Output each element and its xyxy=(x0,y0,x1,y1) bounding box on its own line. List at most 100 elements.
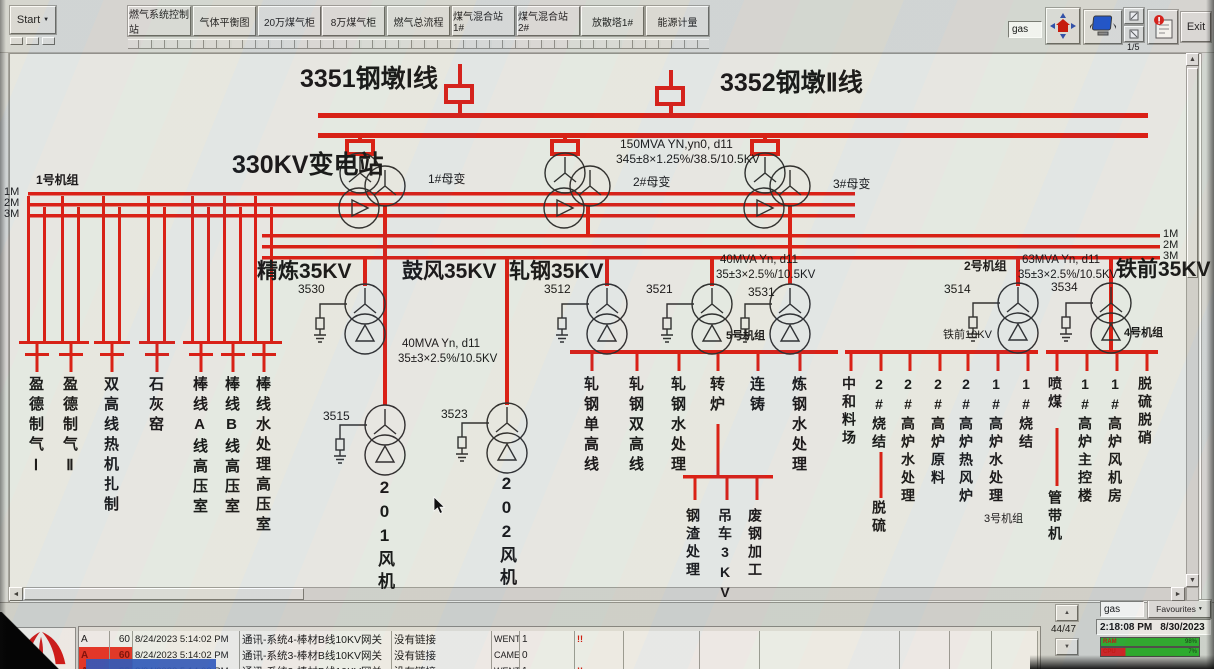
alarm-cell-empty xyxy=(700,647,760,663)
feeder-label: 1#烧结 xyxy=(1019,376,1033,452)
alarm-cell-empty xyxy=(900,631,950,647)
alarm-row[interactable]: A 60 8/24/2023 5:14:02 PM 通讯-系统4-棒材B线10K… xyxy=(79,631,1038,648)
breaker-3521-label[interactable]: 3521 xyxy=(646,283,673,296)
scroll-right-icon[interactable]: ► xyxy=(1171,587,1185,601)
alarm-cell-empty xyxy=(900,663,950,669)
start-indicator-box[interactable] xyxy=(10,37,23,45)
tab-200k-gas-holder[interactable]: 20万煤气柜 xyxy=(258,6,321,36)
cpu-bar-value: 7% xyxy=(1188,649,1197,655)
alarm-cell-message: 通讯-系统3-棒材B线10KV网关 xyxy=(240,647,392,663)
mother-tx-1-label[interactable]: 1#母变 xyxy=(428,173,465,186)
mother-tx-2-label[interactable]: 2#母变 xyxy=(633,176,670,189)
feeder-label: 棒线A线高压室 xyxy=(192,376,207,518)
feeder-label: 2#高炉水处理 xyxy=(901,376,915,506)
fan-201-label: 201风机 xyxy=(376,478,393,594)
status-date: 8/30/2023 xyxy=(1160,622,1205,633)
main-tx-spec-line2: 345±8×1.25%/38.5/10.5KV xyxy=(616,153,760,166)
alarm-cell-direction: WENT xyxy=(492,631,520,647)
section-tieqian-title: 铁前35KV xyxy=(1116,258,1211,281)
scroll-left-icon[interactable]: ◄ xyxy=(9,587,23,601)
photo-edge xyxy=(0,0,6,669)
start-button[interactable]: Start ▼ xyxy=(10,6,56,34)
alarm-page-up-button[interactable]: ▲ xyxy=(1056,605,1078,621)
alarm-flag-icon: !! xyxy=(575,663,624,669)
page-up-icon: ▲ xyxy=(1064,610,1070,616)
alarm-cell-empty xyxy=(950,631,992,647)
feeder-label: 废钢加工 xyxy=(748,508,762,580)
alarm-cell-state: 没有链接 xyxy=(392,631,492,647)
alarm-page-indicator: 44/47 xyxy=(1051,624,1076,635)
company-logo xyxy=(10,627,76,669)
alarm-flag-icon: !! xyxy=(575,631,624,647)
breaker-3531-label[interactable]: 3531 xyxy=(748,286,775,299)
tab-energy-metering[interactable]: 能源计量 xyxy=(646,6,709,36)
tab-label: 放散塔1# xyxy=(592,14,633,29)
alarm-page-down-button[interactable]: ▼ xyxy=(1056,639,1078,655)
favourites-dropdown[interactable]: Favourites ▼ xyxy=(1148,600,1211,618)
feeder-label: 喷煤 xyxy=(1048,376,1062,412)
tab-gas-balance[interactable]: 气体平衡图 xyxy=(193,6,256,36)
ram-bar-value: 98% xyxy=(1185,639,1197,645)
main-tx-spec-line1: 150MVA YN,yn0, d11 xyxy=(620,138,733,151)
cpu-usage-bar: CPU 7% xyxy=(1100,647,1200,657)
spec-40mva-gufeng-line1: 40MVA Yn, d11 xyxy=(402,338,480,351)
breaker-3512-label[interactable]: 3512 xyxy=(544,283,571,296)
start-indicator-box[interactable] xyxy=(26,37,39,45)
unit-2-label: 2号机组 xyxy=(964,260,1007,273)
alarm-cell-empty xyxy=(900,647,950,663)
mother-tx-3-label[interactable]: 3#母变 xyxy=(833,178,870,191)
feeder-label: 中和料场 xyxy=(842,376,856,448)
alarm-cell-empty xyxy=(950,663,992,669)
start-indicator-box[interactable] xyxy=(42,37,55,45)
monitor-icon xyxy=(1088,14,1118,40)
breaker-3523-label[interactable]: 3523 xyxy=(441,408,468,421)
cpu-bar-label: CPU xyxy=(1103,649,1116,655)
breaker-3514-label[interactable]: 3514 xyxy=(944,283,971,296)
feeder-label: 盈德制气Ⅰ xyxy=(28,376,43,479)
tab-vent-tower-1[interactable]: 放散塔1# xyxy=(581,6,644,36)
alarm-row[interactable]: A 60 8/24/2023 5:14:02 PM 通讯-系统3-棒材B线10K… xyxy=(79,663,1038,669)
feeder-label: 1#高炉风机房 xyxy=(1108,376,1122,506)
alarm-log-button[interactable] xyxy=(1148,10,1178,44)
tab-gas-overview[interactable]: 燃气总流程 xyxy=(387,6,450,36)
spec-40mva-zhagang-line1: 40MVA Yn, d11 xyxy=(720,254,798,267)
alarm-cell-empty xyxy=(992,663,1038,669)
home-nav-button[interactable] xyxy=(1046,8,1080,44)
start-label: Start xyxy=(17,14,40,26)
feeder-label: 脱硫脱硝 xyxy=(1138,376,1152,448)
alarm-flag-icon xyxy=(575,647,624,663)
alarm-cell-empty xyxy=(992,631,1038,647)
monitor-select-button[interactable] xyxy=(1084,10,1122,44)
tab-label: 煤气混合站2# xyxy=(518,8,579,34)
page-next-button[interactable] xyxy=(1124,26,1144,42)
feeder-label: 管带机 xyxy=(1048,490,1062,544)
breaker-3534-label[interactable]: 3534 xyxy=(1051,281,1078,294)
alarm-row[interactable]: A 60 8/24/2023 5:14:02 PM 通讯-系统3-棒材B线10K… xyxy=(79,647,1038,664)
horizontal-scroll-thumb[interactable] xyxy=(24,588,304,600)
exit-button[interactable]: Exit xyxy=(1181,12,1211,42)
tab-label: 燃气系统控制站 xyxy=(129,6,190,36)
page-flip-up-icon xyxy=(1128,10,1140,22)
tab-label: 气体平衡图 xyxy=(200,14,250,29)
tab-gas-mixing-2[interactable]: 煤气混合站2# xyxy=(517,6,580,36)
scroll-up-icon[interactable]: ▲ xyxy=(1186,53,1199,66)
page-prev-button[interactable] xyxy=(1124,8,1144,24)
alarm-cell-message: 通讯-系统3-棒材B线10KV网关 xyxy=(240,663,392,669)
alarm-cell-state: 没有链接 xyxy=(392,647,492,663)
tab-80k-gas-holder[interactable]: 8万煤气柜 xyxy=(322,6,385,36)
unit-1-label: 1号机组 xyxy=(36,174,79,187)
scroll-down-icon[interactable]: ▼ xyxy=(1186,574,1199,587)
tab-label: 8万煤气柜 xyxy=(331,14,377,29)
feeder-label: 脱硫 xyxy=(872,500,886,536)
tab-gas-system-control[interactable]: 燃气系统控制站 xyxy=(128,6,191,36)
top-toolbar: Start ▼ 燃气系统控制站 气体平衡图 20万煤气柜 8万煤气柜 燃气总流程… xyxy=(0,0,1214,53)
vertical-scroll-thumb[interactable] xyxy=(1187,68,1198,278)
feeder-label: 棒线B线高压室 xyxy=(224,376,239,518)
spec-40mva-gufeng-line2: 35±3×2.5%/10.5KV xyxy=(398,353,497,366)
gas-project-field[interactable] xyxy=(1008,21,1042,38)
tab-gas-mixing-1[interactable]: 煤气混合站1# xyxy=(452,6,515,36)
breaker-3530-label[interactable]: 3530 xyxy=(298,283,325,296)
alarm-cell-empty xyxy=(624,631,700,647)
project-name-field[interactable] xyxy=(1100,601,1144,617)
breaker-3515-label[interactable]: 3515 xyxy=(323,410,350,423)
